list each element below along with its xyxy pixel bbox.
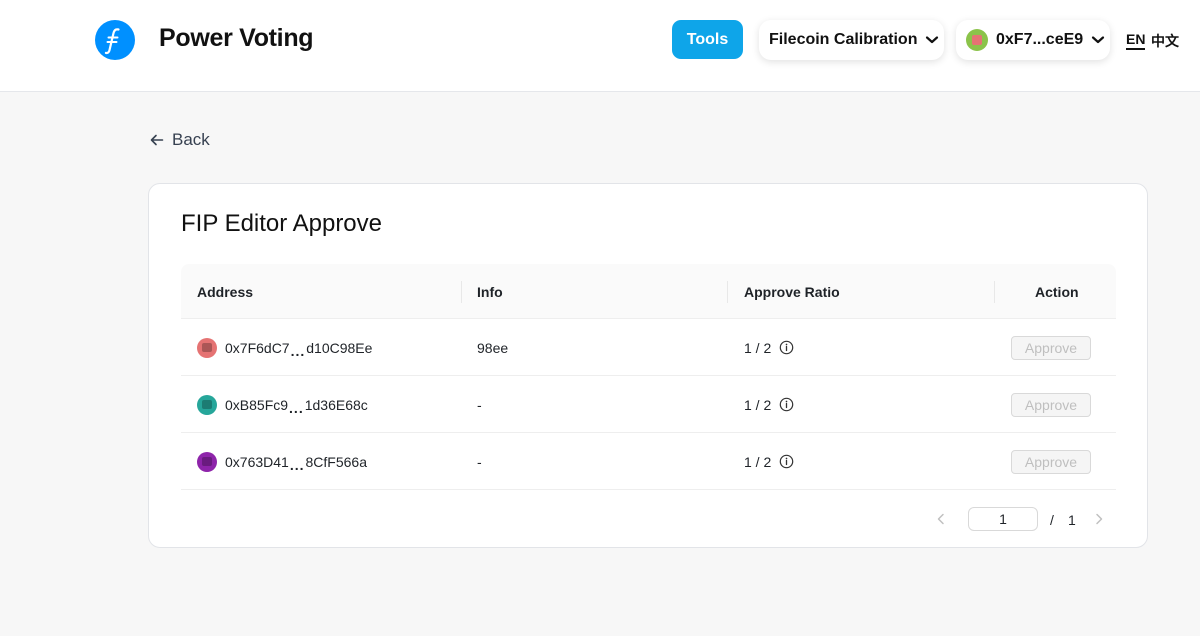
address-suffix: 1d36E68c [304,396,368,413]
address-ellipsis: ... [289,456,305,473]
arrow-left-icon [150,134,164,146]
address-cell: 0x763D41 ... 8CfF566a [197,433,367,490]
address-ellipsis: ... [289,399,304,416]
info-cell: - [477,396,482,413]
avatar [197,451,217,472]
address-prefix: 0x763D41 [225,453,289,470]
table-row: 0x763D41 ... 8CfF566a - 1 / 2 Approve [181,433,1116,490]
ratio-cell: 1 / 2 [744,433,794,490]
pagination-separator: / [1050,512,1054,528]
chevron-down-icon [1091,35,1105,45]
approve-button[interactable]: Approve [1011,449,1091,474]
pagination-prev-icon[interactable] [936,512,945,528]
info-icon[interactable] [779,397,794,412]
language-zh[interactable]: 中文 [1151,31,1179,51]
address-suffix: 8CfF566a [305,453,367,470]
action-cell: Approve [1011,433,1091,490]
account-label: 0xF7...ceE9 [996,31,1084,48]
approve-button[interactable]: Approve [1011,392,1091,417]
network-label: Filecoin Calibration [769,31,918,48]
table-header: Address Info Approve Ratio Action [181,264,1116,319]
table-row: 0xB85Fc9 ... 1d36E68c - 1 / 2 Approve [181,376,1116,433]
page-title: FIP Editor Approve [181,210,382,237]
ratio-value: 1 / 2 [744,339,772,356]
ratio-value: 1 / 2 [744,453,772,470]
chevron-down-icon [925,35,939,45]
filecoin-logo-icon[interactable] [95,20,135,60]
address-prefix: 0xB85Fc9 [225,396,289,413]
address-ellipsis: ... [290,342,306,359]
app-title[interactable]: Power Voting [159,24,314,53]
column-divider [994,281,995,303]
column-divider [727,281,728,303]
ratio-cell: 1 / 2 [744,319,794,376]
address-cell: 0x7F6dC7 ... d10C98Ee [197,319,372,376]
info-cell: - [477,453,482,470]
address-prefix: 0x7F6dC7 [225,339,290,356]
editor-table: Address Info Approve Ratio Action 0x7F6d… [181,264,1116,490]
network-selector[interactable]: Filecoin Calibration [759,20,944,60]
back-label: Back [172,130,210,149]
column-divider [461,281,462,303]
action-cell: Approve [1011,376,1091,433]
avatar [197,337,217,358]
ratio-value: 1 / 2 [744,396,772,413]
account-selector[interactable]: 0xF7...ceE9 [956,20,1110,60]
top-navbar: Power Voting Tools Filecoin Calibration … [0,0,1200,92]
column-header-address: Address [197,283,254,300]
info-icon[interactable] [779,454,794,469]
ratio-cell: 1 / 2 [744,376,794,433]
pagination-next-icon[interactable] [1095,512,1104,528]
address-suffix: d10C98Ee [306,339,373,356]
address-cell: 0xB85Fc9 ... 1d36E68c [197,376,368,433]
column-header-action: Action [1035,283,1079,300]
tools-button[interactable]: Tools [672,20,743,59]
approve-button[interactable]: Approve [1011,335,1091,360]
column-header-info: Info [477,283,503,300]
back-link[interactable]: Back [150,130,210,150]
table-row: 0x7F6dC7 ... d10C98Ee 98ee 1 / 2 Approve [181,319,1116,376]
account-avatar [966,29,988,51]
pagination-total: 1 [1068,512,1076,528]
info-icon[interactable] [779,340,794,355]
action-cell: Approve [1011,319,1091,376]
approve-card: FIP Editor Approve Address Info Approve … [148,183,1148,548]
avatar [197,394,217,415]
page-number-input[interactable]: 1 [968,507,1038,531]
column-header-approve-ratio: Approve Ratio [744,283,840,300]
info-cell: 98ee [477,339,509,356]
language-en[interactable]: EN [1126,31,1146,50]
